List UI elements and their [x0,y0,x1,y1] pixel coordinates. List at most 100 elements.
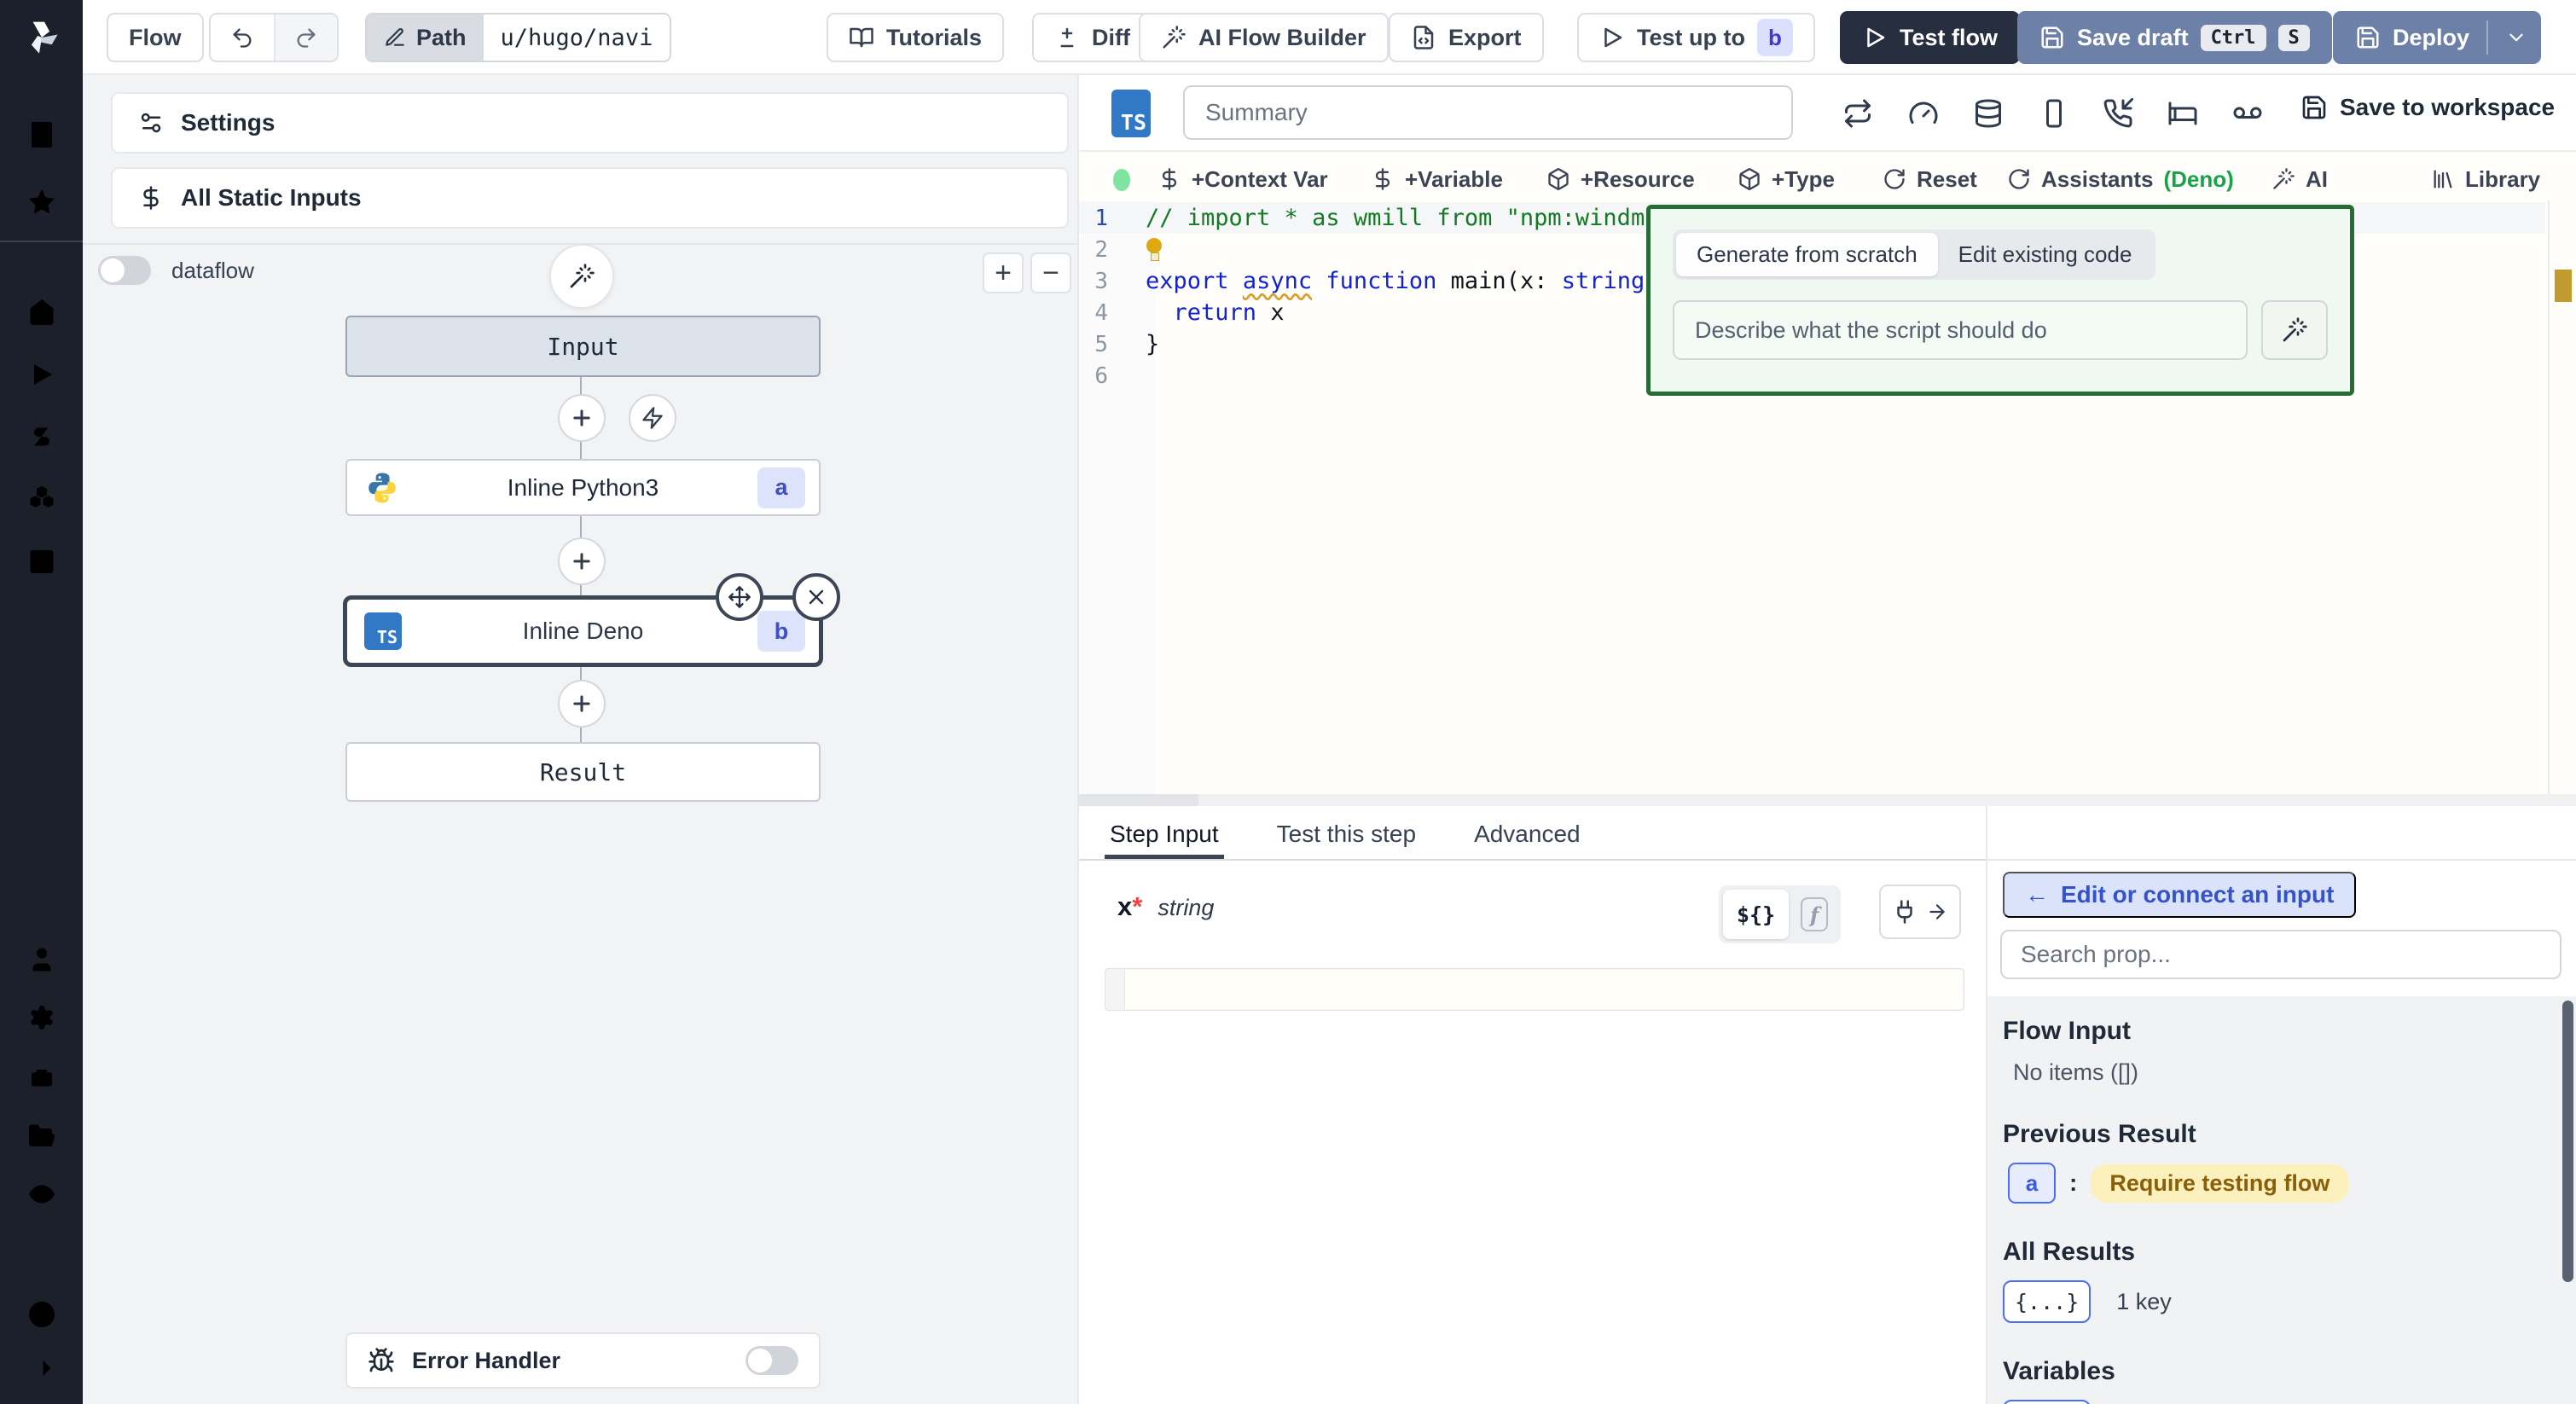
sleep-bed-icon[interactable] [2167,98,2198,129]
error-handler-card[interactable]: Error Handler [345,1332,821,1389]
resources-boxes-icon[interactable] [26,484,57,514]
workers-robot-icon[interactable] [26,1062,57,1093]
variables-object-badge[interactable]: {...} [2003,1400,2091,1404]
chevron-down-icon[interactable] [2505,26,2527,49]
tab-edit-existing-code[interactable]: Edit existing code [1938,233,2153,276]
ai-flow-builder-button[interactable]: AI Flow Builder [1139,13,1389,62]
path-value[interactable]: u/hugo/navi [484,15,670,61]
toggle-knob [101,258,125,282]
language-badge-text: TS [1121,110,1146,135]
save-draft-button[interactable]: Save draft Ctrl S [2017,11,2332,64]
mock-voicemail-icon[interactable] [2232,98,2263,129]
graph-node-result[interactable]: Result [345,742,821,802]
line-number: 6 [1079,363,1132,389]
search-prop-input[interactable] [2000,930,2561,979]
tab-test-this-step[interactable]: Test this step [1272,810,1421,860]
editor-bottom-strip [1079,794,2576,806]
all-results-row: {...} 1 key [2003,1280,2576,1323]
tab-generate-from-scratch[interactable]: Generate from scratch [1676,233,1938,276]
zoom-out-button[interactable]: − [1030,252,1071,293]
audit-eye-icon[interactable] [26,1179,57,1210]
add-variable-button[interactable]: +Variable [1371,161,1503,197]
home-icon[interactable] [26,297,57,328]
graph-node-input[interactable]: Input [345,316,821,377]
graph-node-python[interactable]: Inline Python3 a [345,459,821,516]
require-testing-flow-pill: Require testing flow [2091,1164,2348,1203]
summary-input[interactable] [1183,85,1793,140]
all-static-inputs-card[interactable]: All Static Inputs [111,167,1069,229]
tab-step-input[interactable]: Step Input [1105,810,1224,860]
zoom-in-button[interactable]: + [983,252,1024,293]
sliders-icon [138,110,164,136]
add-resource-button[interactable]: +Resource [1546,161,1695,197]
trigger-zap-button[interactable] [629,394,676,442]
suspend-phone-incoming-icon[interactable] [2103,98,2133,129]
add-type-button[interactable]: +Type [1738,161,1835,197]
expand-sidebar-arrow-icon[interactable] [26,1353,57,1384]
undo-button[interactable] [211,15,274,61]
concurrency-gauge-icon[interactable] [1908,98,1939,129]
all-results-object-badge[interactable]: {...} [2003,1280,2091,1323]
folders-icon[interactable] [26,1121,57,1152]
path-chip[interactable]: Path u/hugo/navi [365,13,671,62]
save-to-workspace-button[interactable]: Save to workspace [2300,94,2555,121]
reset-button[interactable]: Reset [1883,161,1977,197]
add-context-var-label: +Context Var [1192,166,1328,193]
expression-mode-chip[interactable]: ${} [1723,890,1789,939]
connect-input-button[interactable] [1879,885,1961,939]
settings-gear-icon[interactable] [26,1003,57,1034]
deploy-button[interactable]: Deploy [2333,11,2541,64]
vertical-scrollbar-thumb[interactable] [2562,1001,2573,1282]
test-up-to-button[interactable]: Test up to b [1577,13,1815,62]
edit-or-connect-back-button[interactable]: ← Edit or connect an input [2003,872,2356,918]
variables-dollar-icon[interactable] [26,421,57,452]
retries-repeat-icon[interactable] [1842,98,1873,129]
tutorials-label: Tutorials [886,25,982,51]
dataflow-toggle-row: dataflow [98,256,254,285]
delete-node-button[interactable] [792,573,840,621]
tutorials-button[interactable]: Tutorials [827,13,1004,62]
lightbulb-icon[interactable] [1146,238,1163,262]
test-flow-label: Test flow [1900,25,1998,51]
redo-button[interactable] [274,15,337,61]
javascript-mode-chip[interactable]: f [1792,890,1836,939]
test-up-to-step-badge: b [1757,19,1793,56]
user-icon[interactable] [26,944,57,975]
schedules-calendar-icon[interactable] [26,545,57,576]
flow-settings-card[interactable]: Settings [111,92,1069,154]
ai-graph-wand-button[interactable] [549,244,614,309]
previous-result-step-badge[interactable]: a [2008,1163,2056,1204]
move-node-handle[interactable] [716,573,763,621]
generate-wand-button[interactable] [2261,300,2328,360]
runs-play-icon[interactable] [26,359,57,390]
windmill-logo-icon[interactable] [20,15,64,60]
error-handler-toggle[interactable] [746,1346,798,1375]
insert-step-button[interactable] [558,537,606,585]
flow-home-button[interactable]: Flow [107,13,204,62]
diff-button[interactable]: Diff [1032,13,1152,62]
export-label: Export [1448,25,1522,51]
argument-value-editor[interactable] [1124,970,1963,1009]
assistants-button[interactable]: Assistants (Deno) [2007,161,2234,197]
dataflow-toggle[interactable] [98,256,151,285]
insert-step-button[interactable] [558,680,606,728]
test-flow-button[interactable]: Test flow [1840,11,2020,64]
horizontal-scrollbar[interactable] [1079,794,1198,806]
describe-script-input[interactable] [1673,300,2248,360]
timeout-mobile-icon[interactable] [2039,98,2069,129]
help-icon[interactable] [26,1299,57,1330]
workspace-building-icon[interactable] [26,119,57,150]
tab-advanced[interactable]: Advanced [1469,810,1586,860]
play-icon [1599,25,1625,50]
flow-settings-label: Settings [181,109,275,136]
insert-step-button[interactable] [558,394,606,442]
ai-button[interactable]: AI [2271,161,2328,197]
favorites-star-icon[interactable] [26,187,57,218]
add-context-var-button[interactable]: +Context Var [1157,161,1328,197]
export-button[interactable]: Export [1389,13,1544,62]
all-results-section-title: All Results [2003,1238,2576,1267]
argument-value-field[interactable] [1105,968,1964,1011]
cache-database-icon[interactable] [1973,98,2004,129]
plus-icon [570,406,594,430]
library-button[interactable]: Library [2431,161,2540,197]
